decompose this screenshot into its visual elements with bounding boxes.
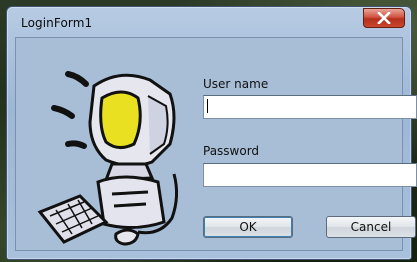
cancel-button-label: Cancel bbox=[350, 220, 392, 234]
password-input[interactable] bbox=[203, 163, 417, 187]
login-window: LoginForm1 User name Password OK Cancel bbox=[6, 6, 417, 260]
form-client-area: User name Password OK Cancel bbox=[15, 37, 417, 251]
cancel-button[interactable]: Cancel bbox=[326, 216, 416, 238]
close-icon bbox=[377, 12, 391, 24]
username-label: User name bbox=[203, 77, 269, 91]
username-field-wrap bbox=[203, 95, 417, 119]
title-bar[interactable]: LoginForm1 bbox=[7, 7, 411, 37]
username-input[interactable] bbox=[203, 95, 417, 119]
window-title: LoginForm1 bbox=[21, 16, 93, 30]
text-caret bbox=[207, 99, 208, 113]
password-label: Password bbox=[203, 144, 260, 158]
ok-button[interactable]: OK bbox=[203, 216, 293, 238]
close-button[interactable] bbox=[363, 8, 405, 28]
ok-button-label: OK bbox=[239, 220, 257, 234]
computer-user-icon bbox=[37, 71, 179, 246]
